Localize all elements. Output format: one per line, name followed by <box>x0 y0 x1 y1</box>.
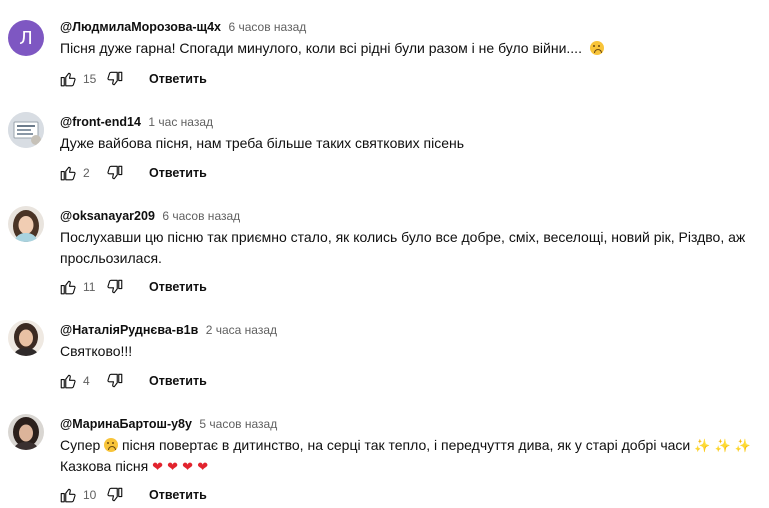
timestamp[interactable]: 6 часов назад <box>162 209 240 223</box>
comment-header: @МаринаБартош-у8у 5 часов назад <box>60 415 277 433</box>
reply-button[interactable]: Ответить <box>149 374 207 388</box>
comment-header: @oksanayar209 6 часов назад <box>60 207 240 225</box>
thumb-up-icon <box>59 70 77 88</box>
reply-button[interactable]: Ответить <box>149 72 207 86</box>
dislike-button[interactable] <box>105 371 125 391</box>
dislike-button[interactable] <box>105 485 125 505</box>
timestamp[interactable]: 2 часа назад <box>206 323 277 337</box>
avatar-image <box>8 206 44 242</box>
comment-actions: 10 Ответить <box>58 484 207 506</box>
thumb-up-icon <box>59 372 77 390</box>
crying-face-emoji-icon <box>104 438 119 452</box>
like-count: 2 <box>83 166 90 180</box>
comment-text-part: Пісня дуже гарна! Спогади минулого, коли… <box>60 40 582 56</box>
comment-text: Супер пісня повертає в дитинство, на сер… <box>60 435 759 477</box>
avatar[interactable] <box>8 414 44 450</box>
dislike-button[interactable] <box>105 163 125 183</box>
reply-button[interactable]: Ответить <box>149 166 207 180</box>
reply-button[interactable]: Ответить <box>149 280 207 294</box>
comment-header: @ЛюдмилаМорозова-щ4х 6 часов назад <box>60 18 306 36</box>
thumb-up-icon <box>59 278 77 296</box>
author-name[interactable]: @front-end14 <box>60 115 141 129</box>
like-count: 10 <box>83 488 97 502</box>
avatar-letter: Л <box>19 27 33 49</box>
like-button[interactable] <box>58 277 78 297</box>
dislike-button[interactable] <box>105 277 125 297</box>
thumb-up-icon <box>59 486 77 504</box>
avatar[interactable] <box>8 112 44 148</box>
timestamp[interactable]: 6 часов назад <box>228 20 306 34</box>
comment-actions: 2 Ответить <box>58 162 207 184</box>
comment-actions: 15 Ответить <box>58 68 207 90</box>
thumb-down-icon <box>106 70 124 88</box>
like-count: 11 <box>83 280 96 294</box>
crying-face-emoji-icon <box>589 41 604 55</box>
like-button[interactable] <box>58 163 78 183</box>
comment-text-part: Казкова пісня <box>60 458 149 474</box>
thumb-down-icon <box>106 278 124 296</box>
avatar[interactable] <box>8 206 44 242</box>
like-button[interactable] <box>58 69 78 89</box>
comment-text-part: пісня повертає в дитинство, на серці так… <box>122 437 691 453</box>
dislike-button[interactable] <box>105 69 125 89</box>
comment-actions: 4 Ответить <box>58 370 207 392</box>
author-name[interactable]: @oksanayar209 <box>60 209 155 223</box>
comment-text-part: Супер <box>60 437 101 453</box>
comment-header: @front-end14 1 час назад <box>60 113 213 131</box>
like-button[interactable] <box>58 371 78 391</box>
avatar-image <box>8 112 44 148</box>
comment-text: Послухавши цю пісню так приємно стало, я… <box>60 229 746 266</box>
avatar[interactable]: Л <box>8 20 44 56</box>
comment-header: @НаталіяРуднєва-в1в 2 часа назад <box>60 321 277 339</box>
author-name[interactable]: @ЛюдмилаМорозова-щ4х <box>60 20 221 34</box>
author-name[interactable]: @МаринаБартош-у8у <box>60 417 192 431</box>
like-count: 15 <box>83 72 97 86</box>
like-button[interactable] <box>58 485 78 505</box>
heart-icon: ❤ ❤ ❤ ❤ <box>152 460 209 475</box>
timestamp[interactable]: 1 час назад <box>148 115 213 129</box>
thumb-down-icon <box>106 372 124 390</box>
comment-text: Святково!!! <box>60 343 133 359</box>
like-count: 4 <box>83 374 90 388</box>
comment-text: Пісня дуже гарна! Спогади минулого, коли… <box>60 38 759 59</box>
comment-text: Дуже вайбова пісня, нам треба більше так… <box>60 135 465 151</box>
comment-actions: 11 Ответить <box>58 276 207 298</box>
thumb-down-icon <box>106 486 124 504</box>
avatar-image <box>8 414 44 450</box>
avatar-image <box>8 320 44 356</box>
thumb-up-icon <box>59 164 77 182</box>
author-name[interactable]: @НаталіяРуднєва-в1в <box>60 323 198 337</box>
timestamp[interactable]: 5 часов назад <box>199 417 277 431</box>
thumb-down-icon <box>106 164 124 182</box>
reply-button[interactable]: Ответить <box>149 488 207 502</box>
avatar[interactable] <box>8 320 44 356</box>
sparkles-icon: ✨ ✨ ✨ <box>694 439 751 454</box>
